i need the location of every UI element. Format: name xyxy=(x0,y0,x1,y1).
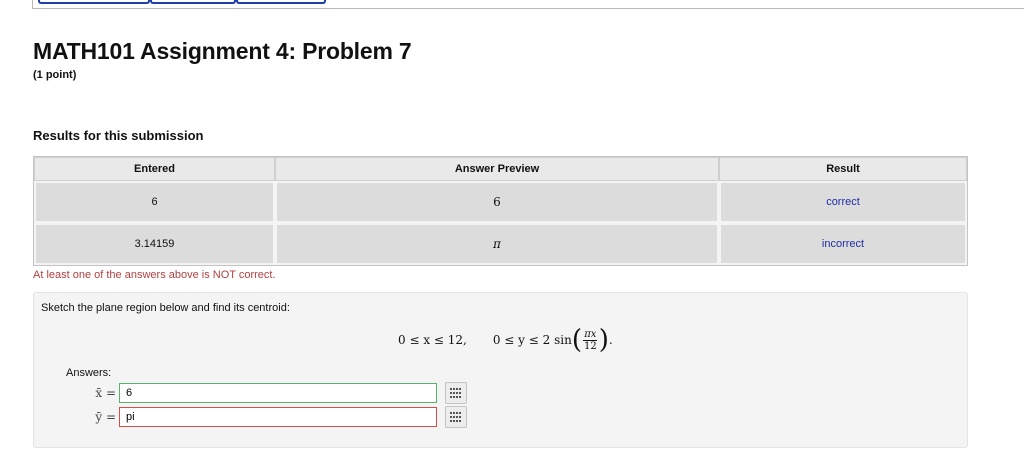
preview-cell: π xyxy=(275,223,719,265)
nav-button-3[interactable] xyxy=(236,0,326,4)
table-row: 6 6 correct xyxy=(34,181,967,223)
points-label: (1 point) xyxy=(33,69,77,81)
results-heading: Results for this submission xyxy=(33,128,204,143)
fraction-numerator: πx xyxy=(583,328,598,341)
nav-button-1[interactable] xyxy=(38,0,150,4)
right-paren: ) xyxy=(598,325,609,355)
answer-variable: x̄ = xyxy=(95,386,116,400)
nav-button-2[interactable] xyxy=(150,0,236,4)
column-header-preview: Answer Preview xyxy=(275,157,719,181)
column-header-result: Result xyxy=(719,157,967,181)
table-row: 3.14159 π incorrect xyxy=(34,223,967,265)
y-bounds-prefix: 0 ≤ y ≤ 2 sin xyxy=(492,333,572,347)
problem-prompt: Sketch the plane region below and find i… xyxy=(41,302,290,314)
results-table: Entered Answer Preview Result 6 6 correc… xyxy=(33,156,968,266)
problem-panel: Sketch the plane region below and find i… xyxy=(33,292,968,448)
answers-label: Answers: xyxy=(66,367,112,379)
entered-cell: 3.14159 xyxy=(34,223,275,265)
incorrect-warning: At least one of the answers above is NOT… xyxy=(33,269,276,281)
left-paren: ( xyxy=(571,325,582,355)
ybar-answer-input[interactable] xyxy=(119,407,437,427)
grid-icon[interactable] xyxy=(445,406,467,428)
preview-cell: 6 xyxy=(275,181,719,223)
results-header-row: Entered Answer Preview Result xyxy=(34,157,967,181)
result-cell-correct: correct xyxy=(719,181,967,223)
formula-period: . xyxy=(608,333,613,347)
x-bounds: 0 ≤ x ≤ 12, xyxy=(398,333,467,347)
column-header-entered: Entered xyxy=(34,157,275,181)
xbar-answer-input[interactable] xyxy=(119,383,437,403)
fraction-denominator: 12 xyxy=(583,340,597,352)
page-title: MATH101 Assignment 4: Problem 7 xyxy=(33,38,412,64)
result-cell-incorrect: incorrect xyxy=(719,223,967,265)
entered-cell: 6 xyxy=(34,181,275,223)
fraction: πx 12 xyxy=(583,329,598,352)
answer-row-ybar: ȳ = xyxy=(92,406,467,428)
answer-variable: ȳ = xyxy=(95,410,116,424)
answer-row-xbar: x̄ = xyxy=(92,382,467,404)
region-formula: 0 ≤ x ≤ 12, 0 ≤ y ≤ 2 sin ( πx 12 ) . xyxy=(398,327,613,353)
grid-icon[interactable] xyxy=(445,382,467,404)
